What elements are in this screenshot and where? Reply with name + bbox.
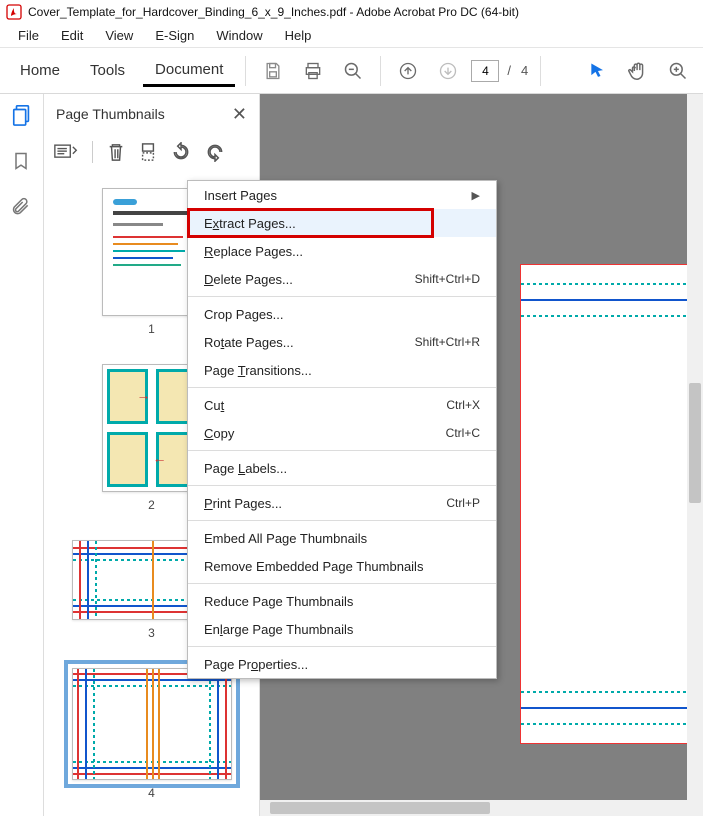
close-panel-button[interactable]: ✕ — [232, 104, 247, 125]
ctx-divider — [188, 520, 496, 521]
toolbar-separator — [245, 56, 246, 86]
thumbnail-number: 4 — [148, 786, 155, 800]
thumbnail-number: 3 — [148, 626, 155, 640]
panel-toolbar-separator — [92, 141, 93, 163]
menu-window[interactable]: Window — [206, 26, 272, 45]
rotate-ccw-icon[interactable] — [171, 142, 191, 162]
attachment-icon[interactable] — [11, 196, 33, 218]
ctx-divider — [188, 387, 496, 388]
shortcut-label: Ctrl+P — [446, 496, 480, 510]
prev-page-icon[interactable] — [391, 54, 425, 88]
panel-header: Page Thumbnails ✕ — [44, 94, 259, 134]
ctx-embed-all[interactable]: Embed All Page Thumbnails — [188, 524, 496, 552]
ctx-divider — [188, 646, 496, 647]
vertical-scrollbar[interactable] — [687, 94, 703, 816]
ctx-delete-pages[interactable]: Delete Pages... Shift+Ctrl+D — [188, 265, 496, 293]
bookmark-icon[interactable] — [11, 150, 33, 172]
shortcut-label: Ctrl+X — [446, 398, 480, 412]
shortcut-label: Ctrl+C — [446, 426, 480, 440]
submenu-arrow-icon: ▶ — [472, 189, 480, 202]
menu-file[interactable]: File — [8, 26, 49, 45]
hand-tool-icon[interactable] — [621, 54, 655, 88]
toolbar-separator — [540, 56, 541, 86]
select-tool-icon[interactable] — [581, 54, 615, 88]
ctx-divider — [188, 296, 496, 297]
menu-esign[interactable]: E-Sign — [145, 26, 204, 45]
menu-edit[interactable]: Edit — [51, 26, 93, 45]
zoom-in-icon[interactable] — [661, 54, 695, 88]
tab-tools[interactable]: Tools — [78, 56, 137, 85]
ctx-cut[interactable]: Cut Ctrl+X — [188, 391, 496, 419]
rotate-cw-icon[interactable] — [205, 142, 225, 162]
shortcut-label: Shift+Ctrl+R — [415, 335, 480, 349]
thumbnail-item[interactable]: 4 — [72, 668, 232, 800]
left-rail — [0, 94, 44, 816]
tab-home[interactable]: Home — [8, 56, 72, 85]
delete-page-icon[interactable] — [107, 142, 125, 162]
thumbnail-number: 1 — [148, 322, 155, 336]
menu-bar: File Edit View E-Sign Window Help — [0, 24, 703, 48]
page-canvas — [520, 264, 703, 744]
context-menu: Insert Pages ▶ Extract Pages... Replace … — [187, 180, 497, 679]
ctx-insert-pages[interactable]: Insert Pages ▶ — [188, 181, 496, 209]
ctx-divider — [188, 485, 496, 486]
zoom-out-icon[interactable] — [336, 54, 370, 88]
tab-document[interactable]: Document — [143, 55, 235, 87]
main-toolbar: Home Tools Document / 4 — [0, 48, 703, 94]
ctx-page-properties[interactable]: Page Properties... — [188, 650, 496, 678]
ctx-divider — [188, 450, 496, 451]
shortcut-label: Shift+Ctrl+D — [415, 272, 480, 286]
ctx-replace-pages[interactable]: Replace Pages... — [188, 237, 496, 265]
ctx-remove-embedded[interactable]: Remove Embedded Page Thumbnails — [188, 552, 496, 580]
window-title: Cover_Template_for_Hardcover_Binding_6_x… — [28, 5, 519, 19]
title-bar: Cover_Template_for_Hardcover_Binding_6_x… — [0, 0, 703, 24]
panel-options-icon[interactable] — [54, 143, 78, 161]
ctx-print-pages[interactable]: Print Pages... Ctrl+P — [188, 489, 496, 517]
print-icon[interactable] — [296, 54, 330, 88]
ctx-enlarge[interactable]: Enlarge Page Thumbnails — [188, 615, 496, 643]
thumbnail-number: 2 — [148, 498, 155, 512]
ctx-page-labels[interactable]: Page Labels... — [188, 454, 496, 482]
ctx-reduce[interactable]: Reduce Page Thumbnails — [188, 587, 496, 615]
menu-view[interactable]: View — [95, 26, 143, 45]
toolbar-separator — [380, 56, 381, 86]
next-page-icon[interactable] — [431, 54, 465, 88]
panel-title: Page Thumbnails — [56, 106, 165, 122]
horizontal-scrollbar[interactable] — [260, 800, 687, 816]
menu-help[interactable]: Help — [275, 26, 322, 45]
acrobat-icon — [6, 4, 22, 20]
insert-page-icon[interactable] — [139, 142, 157, 162]
panel-toolbar — [44, 134, 259, 170]
ctx-divider — [188, 583, 496, 584]
page-separator: / — [505, 63, 513, 78]
save-icon[interactable] — [256, 54, 290, 88]
ctx-copy[interactable]: Copy Ctrl+C — [188, 419, 496, 447]
page-total: 4 — [519, 63, 530, 78]
page-number-input[interactable] — [471, 60, 499, 82]
ctx-crop-pages[interactable]: Crop Pages... — [188, 300, 496, 328]
thumbnails-icon[interactable] — [11, 104, 33, 126]
ctx-extract-pages[interactable]: Extract Pages... — [188, 209, 496, 237]
ctx-page-transitions[interactable]: Page Transitions... — [188, 356, 496, 384]
ctx-rotate-pages[interactable]: Rotate Pages... Shift+Ctrl+R — [188, 328, 496, 356]
